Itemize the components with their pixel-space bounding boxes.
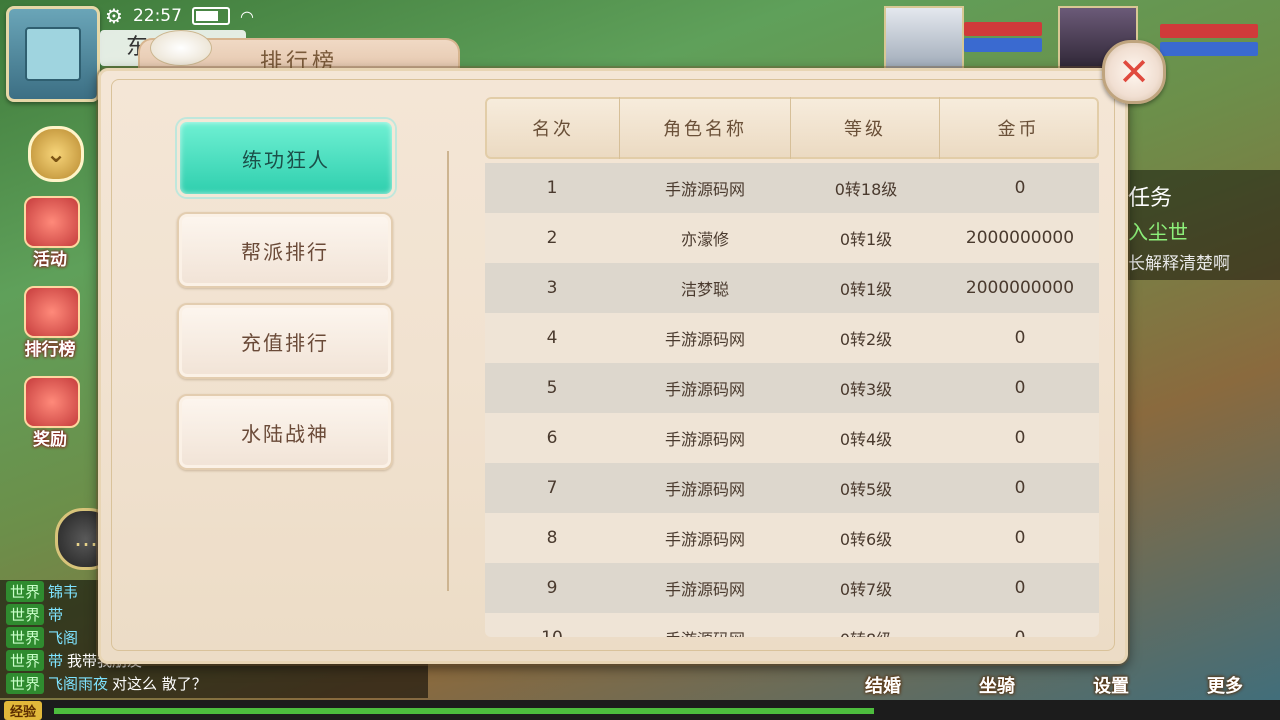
- table-row[interactable]: 1 手游源码网 0转18级 0: [485, 163, 1099, 213]
- wifi-icon: ◠: [239, 6, 254, 26]
- table-row[interactable]: 10手游源码网0转8级0: [485, 613, 1099, 637]
- col-rank: 名次: [487, 97, 621, 159]
- tab-war-god[interactable]: 水陆战神: [177, 394, 393, 470]
- ranking-button[interactable]: 排行榜: [10, 282, 90, 362]
- player-mp-bar: [1160, 42, 1258, 56]
- more-button[interactable]: 更多: [1180, 650, 1270, 700]
- gear-icon[interactable]: ⚙: [105, 4, 123, 28]
- close-button[interactable]: ✕: [1102, 40, 1166, 104]
- table-row[interactable]: 4 手游源码网 0转2级 0: [485, 313, 1099, 363]
- col-level: 等级: [791, 97, 941, 159]
- table-row[interactable]: 9 手游源码网 0转7级 0: [485, 563, 1099, 613]
- battery-icon: [191, 7, 230, 25]
- map-button[interactable]: [6, 6, 100, 102]
- table-header: 名次 角色名称 等级 金币: [485, 97, 1099, 159]
- table-row[interactable]: 8 手游源码网 0转6级 0: [485, 513, 1099, 563]
- clock: 22:57: [132, 6, 182, 26]
- collapse-menu-button[interactable]: ⌄: [28, 126, 84, 182]
- exp-fill: [54, 708, 874, 714]
- col-gold: 金币: [997, 119, 1040, 140]
- activity-button[interactable]: 活动: [10, 192, 90, 272]
- pet-hp-bar: [964, 22, 1042, 36]
- status-bar: ⚙ 22:57 ◠: [105, 2, 254, 30]
- table-row[interactable]: 3 洁梦聪 0转1级 2000000000: [485, 263, 1099, 313]
- left-menu: ⌄ 活动 排行榜 奖励: [10, 120, 95, 452]
- lotus-ornament-icon: [150, 30, 212, 66]
- table-row[interactable]: 5 手游源码网 0转3级 0: [485, 363, 1099, 413]
- tab-recharge-ranking[interactable]: 充值排行: [177, 303, 393, 379]
- ranking-modal: 练功狂人 帮派排行 充值排行 水陆战神 名次 角色名称 等级 金币 1 手游源码网…: [98, 68, 1128, 664]
- pet-portrait[interactable]: [884, 6, 964, 76]
- panel-divider: [447, 151, 449, 591]
- pet-mp-bar: [964, 38, 1042, 52]
- table-row[interactable]: 2 亦濛修 0转1级 2000000000: [485, 213, 1099, 263]
- exp-bar: 经验: [0, 700, 1280, 720]
- ranking-category-tabs: 练功狂人 帮派排行 充值排行 水陆战神: [177, 119, 397, 485]
- task-panel[interactable]: 任务 入尘世 长解释清楚啊: [1120, 170, 1280, 280]
- table-body: 1 手游源码网 0转18级 0 2 亦濛修 0转1级 2000000000 3 洁梦聪 0转1级…: [485, 163, 1099, 637]
- player-hp-bar: [1160, 24, 1258, 38]
- table-row[interactable]: 7 手游源码网 0转5级 0: [485, 463, 1099, 513]
- ranking-table[interactable]: 名次 角色名称 等级 金币 1 手游源码网 0转18级 0 2 亦濛修 0转1级 20000…: [485, 97, 1099, 637]
- gift-icon: [24, 376, 80, 428]
- map-icon: [25, 27, 81, 81]
- tab-guild-ranking[interactable]: 帮派排行: [177, 212, 393, 288]
- close-icon: ✕: [1118, 50, 1150, 94]
- tab-training-madman[interactable]: 练功狂人: [177, 119, 395, 197]
- reward-button[interactable]: 奖励: [10, 372, 90, 452]
- ranking-scroll-icon: [24, 286, 80, 338]
- horn-icon: [24, 196, 80, 248]
- table-row[interactable]: 6 手游源码网 0转4级 0: [485, 413, 1099, 463]
- chat-line: 世界 飞阁雨夜 对这么 散了？: [0, 672, 428, 695]
- col-name: 角色名称: [620, 97, 791, 159]
